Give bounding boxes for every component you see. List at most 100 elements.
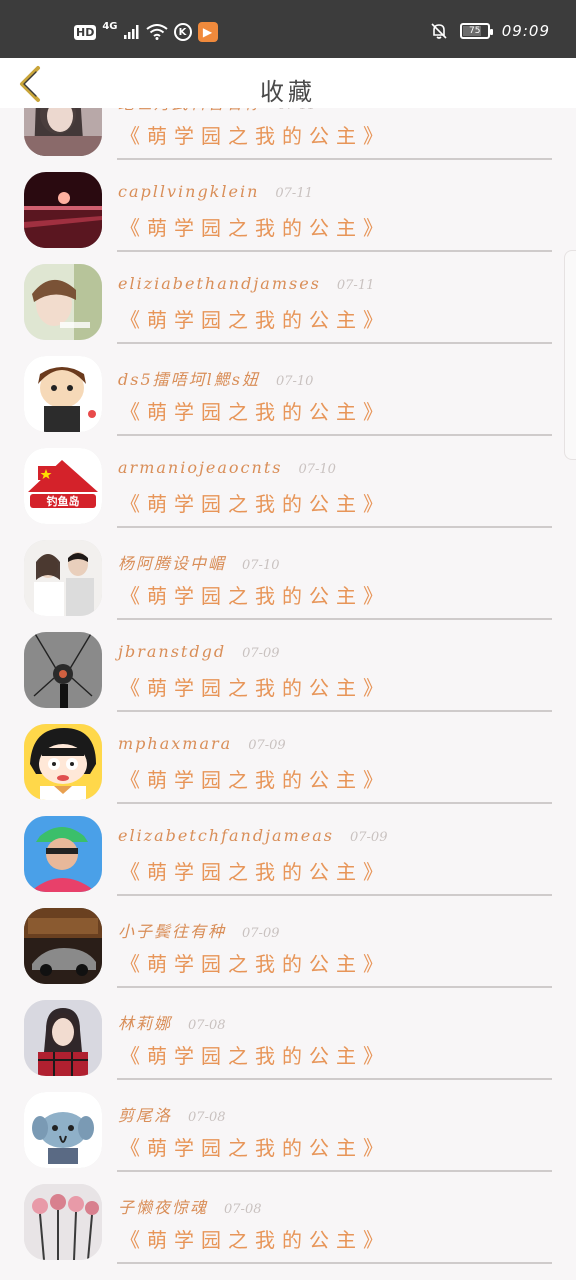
list-item[interactable]: 剪尾洛 07-08 《萌学园之我的公主》 [0, 1084, 576, 1176]
avatar[interactable] [24, 724, 102, 800]
post-date: 07-11 [275, 186, 313, 201]
item-meta: 小子鬓往有种 07-09 [118, 918, 280, 942]
item-meta: 林莉娜 07-08 [118, 1010, 226, 1034]
k-app-icon: K [173, 23, 192, 41]
book-title[interactable]: 《萌学园之我的公主》 [120, 764, 390, 793]
book-title[interactable]: 《萌学园之我的公主》 [120, 580, 390, 609]
book-title[interactable]: 《萌学园之我的公主》 [120, 1132, 390, 1161]
book-title[interactable]: 《萌学园之我的公主》 [120, 120, 390, 149]
item-meta: 剪尾洛 07-08 [118, 1102, 226, 1126]
book-title[interactable]: 《萌学园之我的公主》 [120, 304, 390, 333]
bell-off-icon [431, 23, 447, 39]
post-date: 07-10 [275, 374, 314, 389]
item-meta: elizabetchfandjameas 07-09 [118, 826, 387, 845]
book-title[interactable]: 《萌学园之我的公主》 [120, 948, 390, 977]
username[interactable]: jbranstdgd [118, 642, 226, 661]
username[interactable]: 小子鬓往有种 [118, 918, 226, 942]
book-title[interactable]: 《萌学园之我的公主》 [120, 212, 390, 241]
divider [117, 618, 552, 620]
item-meta: capllvingklein 07-11 [118, 182, 313, 201]
battery-level: 75 [469, 26, 481, 36]
avatar[interactable] [24, 540, 102, 616]
notification-app-icon: ▶ [197, 22, 218, 42]
username[interactable]: 剪尾洛 [118, 1102, 172, 1126]
wifi-icon [145, 24, 168, 40]
book-title[interactable]: 《萌学园之我的公主》 [120, 396, 390, 425]
book-title[interactable]: 《萌学园之我的公主》 [120, 1224, 390, 1253]
list-item[interactable]: 杨阿腾设中嵋 07-10 《萌学园之我的公主》 [0, 532, 576, 624]
network-type: 4G [102, 20, 118, 32]
avatar[interactable] [24, 1184, 102, 1260]
status-left-icons: HD 4G K ▶ [74, 20, 218, 42]
username[interactable]: mphaxmara [118, 734, 232, 753]
post-date: 07-08 [224, 1202, 262, 1217]
post-date: 07-09 [242, 926, 280, 941]
svg-text:钓鱼岛: 钓鱼岛 [47, 494, 80, 508]
divider [117, 250, 552, 252]
post-date: 07-10 [242, 558, 280, 573]
avatar[interactable] [24, 1092, 102, 1168]
post-date: 07-09 [248, 738, 286, 753]
list-item[interactable]: 子懒夜惊魂 07-08 《萌学园之我的公主》 [0, 1176, 576, 1268]
post-date: 07-11 [336, 278, 375, 293]
item-meta: 子懒夜惊魂 07-08 [118, 1194, 262, 1218]
item-meta: armaniojeaocnts 07-10 [118, 458, 336, 477]
avatar[interactable] [24, 632, 102, 708]
avatar[interactable] [24, 908, 102, 984]
list-item[interactable]: 林莉娜 07-08 《萌学园之我的公主》 [0, 992, 576, 1084]
divider [117, 158, 552, 160]
list-item[interactable]: capllvingklein 07-11 《萌学园之我的公主》 [0, 164, 576, 256]
book-title[interactable]: 《萌学园之我的公主》 [120, 1040, 390, 1069]
divider [117, 342, 552, 344]
status-bar: HD 4G K ▶ 75 09:09 [0, 0, 576, 58]
username[interactable]: ds5擂唔坷l鰓s妞 [118, 366, 260, 390]
avatar[interactable] [24, 264, 102, 340]
book-title[interactable]: 《萌学园之我的公主》 [120, 672, 390, 701]
divider [117, 434, 552, 436]
list-item[interactable]: ds5擂唔坷l鰓s妞 07-10 《萌学园之我的公主》 [0, 348, 576, 440]
avatar[interactable] [24, 356, 102, 432]
username[interactable]: 子懒夜惊魂 [118, 1194, 208, 1218]
side-edge-handle[interactable] [564, 250, 576, 460]
avatar[interactable]: 钓鱼岛 [24, 448, 102, 524]
post-date: 07-08 [188, 1018, 226, 1033]
username[interactable]: armaniojeaocnts [118, 458, 282, 477]
item-meta: 杨阿腾设中嵋 07-10 [118, 550, 280, 574]
list-item[interactable]: mphaxmara 07-09 《萌学园之我的公主》 [0, 716, 576, 808]
favorites-list[interactable]: 绝世丹武科普名称07-11《萌学园之我的公主》capllvingklein07-… [0, 58, 576, 1280]
divider [117, 802, 552, 804]
item-meta: jbranstdgd 07-09 [118, 642, 280, 661]
username[interactable]: capllvingklein [118, 182, 259, 201]
username[interactable]: eliziabethandjamses [118, 274, 321, 293]
divider [117, 1078, 552, 1080]
divider [117, 1170, 552, 1172]
list-item[interactable]: eliziabethandjamses 07-11 《萌学园之我的公主》 [0, 256, 576, 348]
top-bar: 收藏 [0, 58, 576, 108]
hd-badge: HD [74, 24, 97, 40]
divider [117, 526, 552, 528]
divider [117, 1262, 552, 1264]
list-item[interactable]: 钓鱼岛 armaniojeaocnts 07-10 《萌学园之我的公主》 [0, 440, 576, 532]
list-item[interactable]: jbranstdgd 07-09 《萌学园之我的公主》 [0, 624, 576, 716]
page-title: 收藏 [260, 78, 316, 106]
post-date: 07-09 [242, 646, 280, 661]
item-meta: ds5擂唔坷l鰓s妞 07-10 [118, 366, 313, 390]
signal-icon [123, 25, 139, 39]
avatar[interactable] [24, 816, 102, 892]
item-meta: mphaxmara 07-09 [118, 734, 286, 753]
list-item[interactable]: elizabetchfandjameas 07-09 《萌学园之我的公主》 [0, 808, 576, 900]
username[interactable]: elizabetchfandjameas [118, 826, 334, 845]
book-title[interactable]: 《萌学园之我的公主》 [120, 856, 390, 885]
status-right-icons: 75 09:09 [430, 22, 550, 40]
book-title[interactable]: 《萌学园之我的公主》 [120, 488, 390, 517]
post-date: 07-09 [349, 830, 388, 845]
list-item[interactable]: 小子鬓往有种 07-09 《萌学园之我的公主》 [0, 900, 576, 992]
username[interactable]: 杨阿腾设中嵋 [118, 550, 226, 574]
divider [117, 894, 552, 896]
post-date: 07-10 [298, 462, 336, 477]
avatar[interactable] [24, 1000, 102, 1076]
avatar[interactable] [24, 172, 102, 248]
clock: 09:09 [501, 22, 550, 40]
battery-icon: 75 [459, 23, 493, 39]
username[interactable]: 林莉娜 [118, 1010, 172, 1034]
